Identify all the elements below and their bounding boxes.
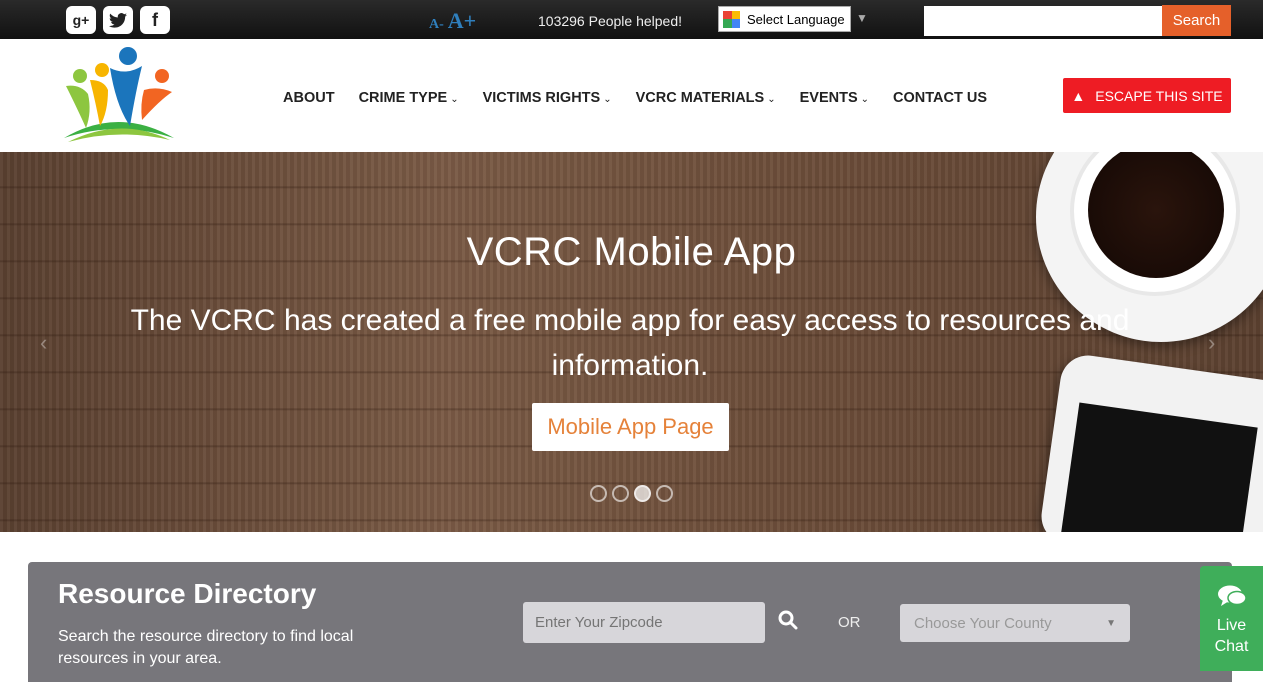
nav-item-label: CRIME TYPE <box>358 90 448 106</box>
main-nav: ABOUT CRIME TYPE ⌄ VICTIMS RIGHTS ⌄ VCRC M… <box>283 90 1011 106</box>
zipcode-input[interactable] <box>523 602 765 643</box>
resource-directory: Resource Directory Search the resource d… <box>28 562 1232 682</box>
chevron-down-icon: ⌄ <box>450 94 459 105</box>
carousel-dot[interactable] <box>612 485 629 502</box>
chat-bubble-icon <box>1200 584 1263 613</box>
carousel-dot[interactable] <box>590 485 607 502</box>
search-input[interactable] <box>924 6 1162 36</box>
nav-item-contact-us[interactable]: CONTACT US <box>893 90 987 106</box>
hero-carousel: ‹ › VCRC Mobile App The VCRC has created… <box>0 152 1263 532</box>
resource-directory-description: Search the resource directory to find lo… <box>58 628 354 667</box>
font-decrease-button[interactable]: A- <box>429 17 444 32</box>
font-size-controls: A- A+ <box>429 8 476 34</box>
live-chat-line1: Live <box>1216 617 1247 634</box>
language-select[interactable]: Select Language <box>718 6 851 32</box>
chevron-down-icon: ⌄ <box>860 94 870 105</box>
resource-directory-title: Resource Directory <box>58 578 317 609</box>
nav-item-about[interactable]: ABOUT <box>283 90 335 106</box>
font-increase-button[interactable]: A+ <box>448 8 476 33</box>
search-icon[interactable] <box>778 610 798 636</box>
nav-item-label: VCRC MATERIALS <box>635 90 765 106</box>
carousel-next-icon[interactable]: › <box>1208 330 1215 356</box>
chevron-down-icon[interactable]: ▼ <box>856 11 868 25</box>
language-select-label: Select Language <box>747 11 845 27</box>
nav-item-victims-rights[interactable]: VICTIMS RIGHTS ⌄ <box>483 90 612 106</box>
chevron-down-icon: ⌄ <box>767 94 776 105</box>
twitter-icon[interactable] <box>103 6 133 34</box>
escape-site-label: ESCAPE THIS SITE <box>1095 87 1223 104</box>
hero-text: The VCRC has created a free mobile app f… <box>130 304 1130 382</box>
facebook-icon[interactable]: f <box>140 6 170 34</box>
carousel-prev-icon[interactable]: ‹ <box>40 330 47 356</box>
hero-title: VCRC Mobile App <box>466 230 797 274</box>
nav-item-events[interactable]: EVENTS ⌄ <box>800 90 869 106</box>
google-plus-icon[interactable]: g+ <box>66 6 96 34</box>
top-bar: g+ f A- A+ 103296 People helped! Select … <box>0 0 1263 39</box>
live-chat-button[interactable]: Live Chat <box>1200 566 1263 671</box>
nav-item-crime-type[interactable]: CRIME TYPE ⌄ <box>359 90 459 106</box>
live-chat-line2: Chat <box>1214 638 1249 655</box>
escape-site-button[interactable]: ▲ ESCAPE THIS SITE <box>1063 78 1231 113</box>
county-select-label: Choose Your County <box>914 614 1052 632</box>
nav-item-label: EVENTS <box>799 90 858 106</box>
site-logo[interactable] <box>58 46 180 146</box>
carousel-dot-active[interactable] <box>634 485 651 502</box>
people-helped-counter: 103296 People helped! <box>538 13 683 29</box>
or-label: OR <box>838 614 861 631</box>
county-select[interactable]: Choose Your County ▼ <box>900 604 1130 642</box>
carousel-indicators <box>590 485 673 502</box>
carousel-dot[interactable] <box>656 485 673 502</box>
nav-item-label: CONTACT US <box>893 90 987 106</box>
search-button[interactable]: Search <box>1162 5 1231 36</box>
chevron-down-icon: ▼ <box>1106 617 1116 629</box>
google-translate-icon <box>723 10 740 28</box>
warning-icon: ▲ <box>1071 87 1086 104</box>
chevron-down-icon: ⌄ <box>603 94 612 105</box>
nav-item-label: ABOUT <box>283 90 335 106</box>
mobile-app-page-button[interactable]: Mobile App Page <box>532 403 729 451</box>
nav-item-label: VICTIMS RIGHTS <box>482 90 601 106</box>
nav-item-vcrc-materials[interactable]: VCRC MATERIALS ⌄ <box>636 90 776 106</box>
